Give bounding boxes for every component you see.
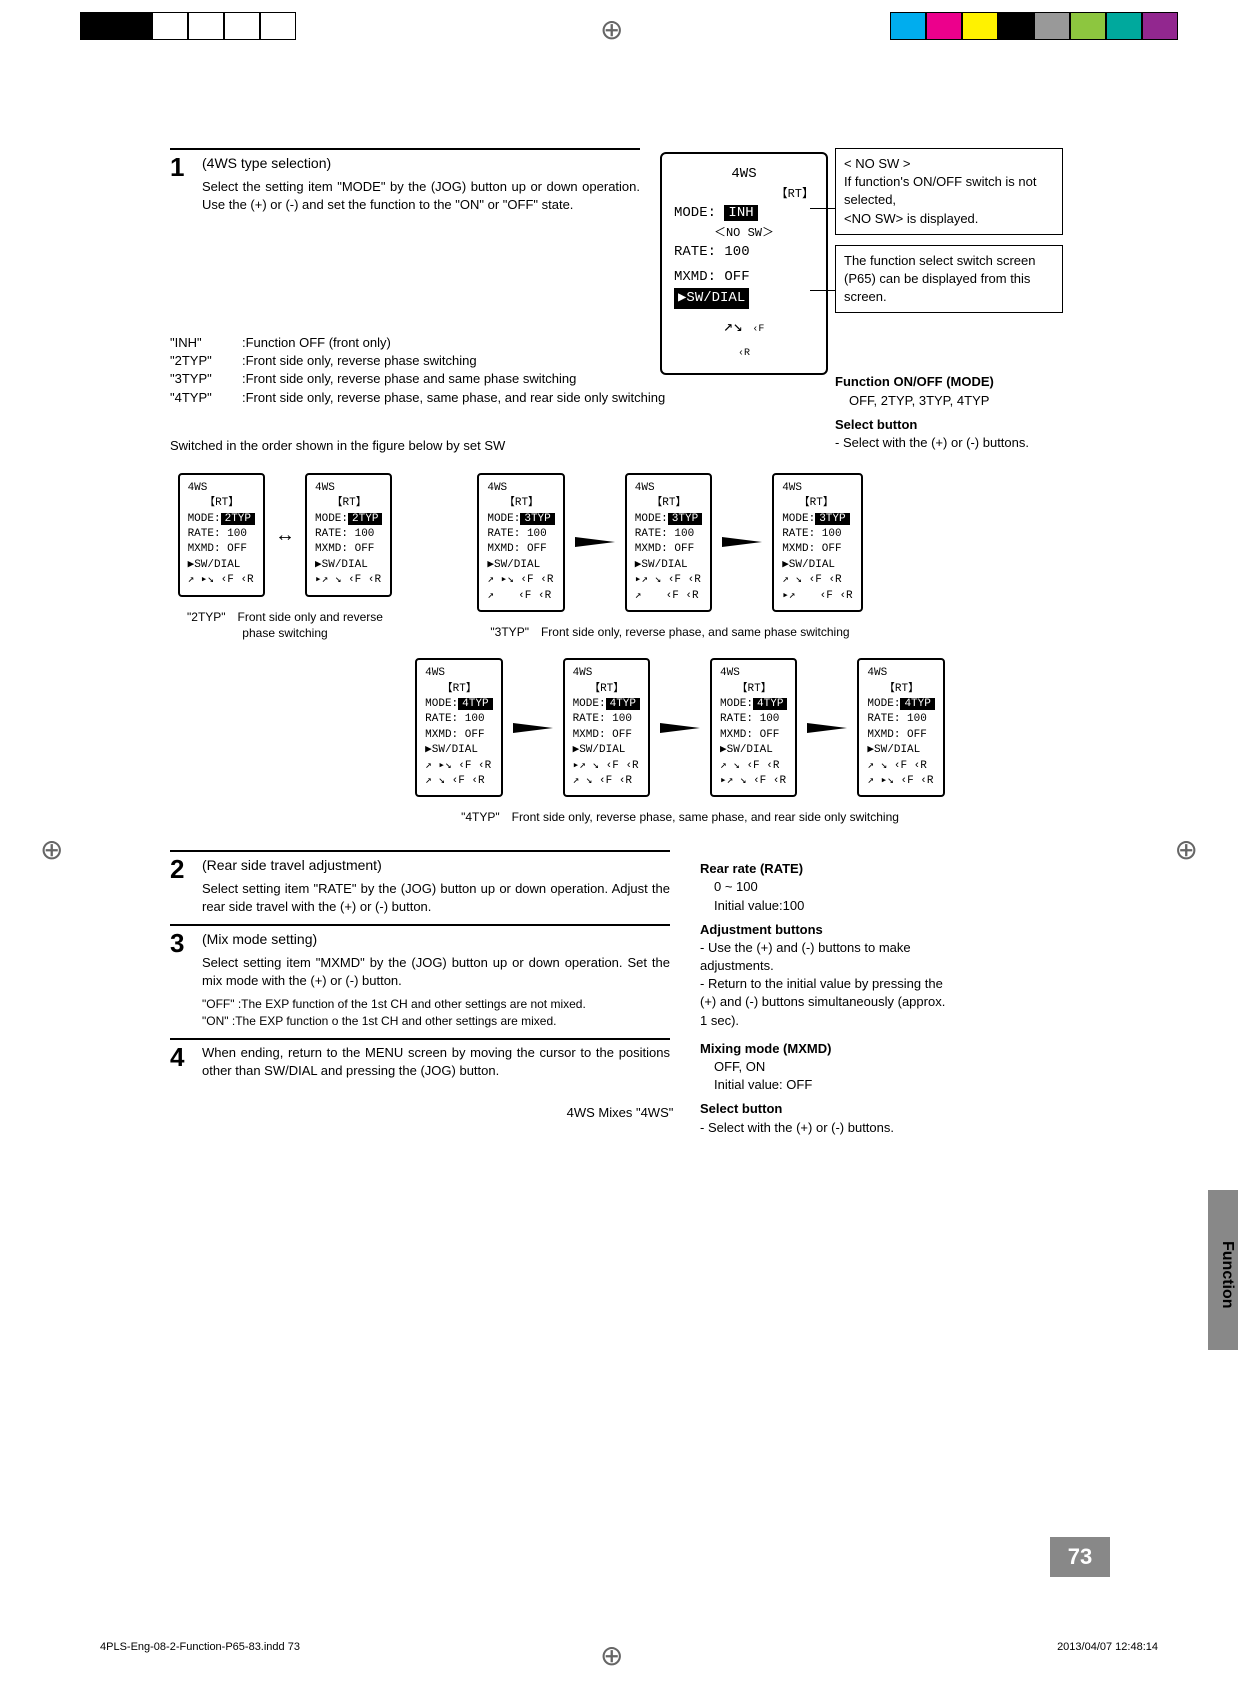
side-mxmd-hd: Mixing mode (MXMD)	[700, 1040, 950, 1058]
side-mxmd-sel-line: - Select with the (+) or (-) buttons.	[700, 1119, 950, 1137]
type-v-1: :Front side only, reverse phase switchin…	[242, 352, 477, 370]
arrow-to-nosw	[810, 208, 836, 209]
arrow-right-icon	[722, 537, 762, 547]
crop-mark-left: ⊕	[40, 830, 63, 869]
step1-number: 1	[170, 154, 194, 180]
step1-text: Select the setting item "MODE" by the (J…	[202, 178, 640, 214]
side-mxmd-sel-hd: Select button	[700, 1100, 950, 1118]
regbar-left	[80, 12, 296, 40]
lcd-4typ-b: 4WS 【RT】MODE:4TYP RATE: 100MXMD: OFF ▶SW…	[563, 658, 650, 797]
section-tab: Function	[1208, 1190, 1238, 1350]
lcd-3typ-a: 4WS 【RT】MODE:3TYP RATE: 100MXMD: OFF ▶SW…	[477, 473, 564, 612]
step2-text: Select setting item "RATE" by the (JOG) …	[202, 880, 670, 916]
side-rate-range: 0 ~ 100	[700, 878, 950, 896]
step3-text: Select setting item "MXMD" by the (JOG) …	[202, 954, 670, 990]
lcd-mxmd: MXMD: OFF	[674, 267, 814, 288]
double-arrow-icon: ↔	[275, 521, 295, 549]
side-rate-init: Initial value:100	[700, 897, 950, 915]
lcd-4typ-a: 4WS 【RT】MODE:4TYP RATE: 100MXMD: OFF ▶SW…	[415, 658, 502, 797]
crop-mark-right: ⊕	[1175, 830, 1198, 869]
cap-4typ: "4TYP" Front side only, reverse phase, s…	[400, 809, 960, 826]
lcd-3typ-c: 4WS 【RT】MODE:3TYP RATE: 100MXMD: OFF ▶SW…	[772, 473, 862, 612]
type-v-3: :Front side only, reverse phase, same ph…	[242, 389, 665, 407]
lcd-rt: 【RT】	[674, 185, 814, 203]
step3-number: 3	[170, 930, 194, 956]
lcd-mode-value: INH	[724, 205, 757, 221]
step4-number: 4	[170, 1044, 194, 1070]
step3-title: (Mix mode setting)	[202, 930, 670, 950]
step2-number: 2	[170, 856, 194, 882]
step4-text: When ending, return to the MENU screen b…	[202, 1044, 670, 1080]
side-rate-adj1: - Use the (+) and (-) buttons to make ad…	[700, 939, 950, 975]
type-k-0: "INH"	[170, 334, 230, 352]
arrow-right-icon	[660, 723, 700, 733]
crop-mark-bottom: ⊕	[600, 1636, 623, 1675]
lcd-main: 4WS 【RT】 MODE: INH ＜NO SW＞ RATE: 100 MXM…	[660, 152, 828, 375]
step3-off: "OFF" :The EXP function of the 1st CH an…	[202, 996, 670, 1013]
nosw-note-box: < NO SW > If function's ON/OFF switch is…	[835, 148, 1063, 235]
footer-meta-left: 4PLS-Eng-08-2-Function-P65-83.indd 73	[100, 1640, 300, 1655]
car-icon: ↗↘ ‹F‹R	[674, 315, 814, 363]
side-mode-sel-line: - Select with the (+) or (-) buttons.	[835, 434, 1065, 452]
side-mode-sel-hd: Select button	[835, 416, 1065, 434]
type-k-2: "3TYP"	[170, 370, 230, 388]
step3-on: "ON" :The EXP function o the 1st CH and …	[202, 1013, 670, 1030]
footer-meta-right: 2013/04/07 12:48:14	[1057, 1640, 1158, 1655]
lcd-3typ-b: 4WS 【RT】MODE:3TYP RATE: 100MXMD: OFF ▶SW…	[625, 473, 712, 612]
side-rate-hd: Rear rate (RATE)	[700, 860, 950, 878]
crop-mark-top: ⊕	[600, 10, 623, 49]
cap-2typ: "2TYP" Front side only and reverse phase…	[170, 609, 400, 643]
side-rate-adj2: - Return to the initial value by pressin…	[700, 975, 950, 1030]
lcd-swdial: ▶SW/DIAL	[674, 288, 749, 309]
arrow-right-icon	[807, 723, 847, 733]
arrow-to-func	[810, 290, 836, 291]
lcd-4typ-c: 4WS 【RT】MODE:4TYP RATE: 100MXMD: OFF ▶SW…	[710, 658, 797, 797]
funcselect-line: The function select switch screen (P65) …	[844, 252, 1054, 307]
nosw-line1: If function's ON/OFF switch is not selec…	[844, 173, 1054, 209]
side-rate-adj-hd: Adjustment buttons	[700, 921, 950, 939]
step2-title: (Rear side travel adjustment)	[202, 856, 670, 876]
lcd-2typ-b: 4WS 【RT】MODE:2TYP RATE: 100MXMD: OFF ▶SW…	[305, 473, 392, 597]
type-v-2: :Front side only, reverse phase and same…	[242, 370, 576, 388]
arrow-right-icon	[513, 723, 553, 733]
funcselect-note-box: The function select switch screen (P65) …	[835, 245, 1063, 314]
arrow-right-icon	[575, 537, 615, 547]
type-k-1: "2TYP"	[170, 352, 230, 370]
page-number: 73	[1050, 1537, 1110, 1577]
lcd-mode-label: MODE:	[674, 205, 716, 221]
side-mode-hd: Function ON/OFF (MODE)	[835, 373, 1065, 391]
side-mode-line: OFF, 2TYP, 3TYP, 4TYP	[835, 392, 1065, 410]
side-mxmd-vals: OFF, ON	[700, 1058, 950, 1076]
lcd-nosw: ＜NO SW＞	[674, 224, 814, 242]
side-mxmd-init: Initial value: OFF	[700, 1076, 950, 1094]
lcd-header: 4WS	[731, 166, 756, 182]
type-k-3: "4TYP"	[170, 389, 230, 407]
nosw-line2: <NO SW> is displayed.	[844, 210, 1054, 228]
type-v-0: :Function OFF (front only)	[242, 334, 391, 352]
lcd-2typ-a: 4WS 【RT】MODE:2TYP RATE: 100MXMD: OFF ▶SW…	[178, 473, 265, 597]
nosw-title: < NO SW >	[844, 155, 1054, 173]
step1-title: (4WS type selection)	[202, 154, 640, 174]
regbar-right	[890, 12, 1178, 40]
lcd-4typ-d: 4WS 【RT】MODE:4TYP RATE: 100MXMD: OFF ▶SW…	[857, 658, 944, 797]
cap-3typ: "3TYP" Front side only, reverse phase, a…	[460, 624, 880, 641]
lcd-rate: RATE: 100	[674, 242, 814, 263]
